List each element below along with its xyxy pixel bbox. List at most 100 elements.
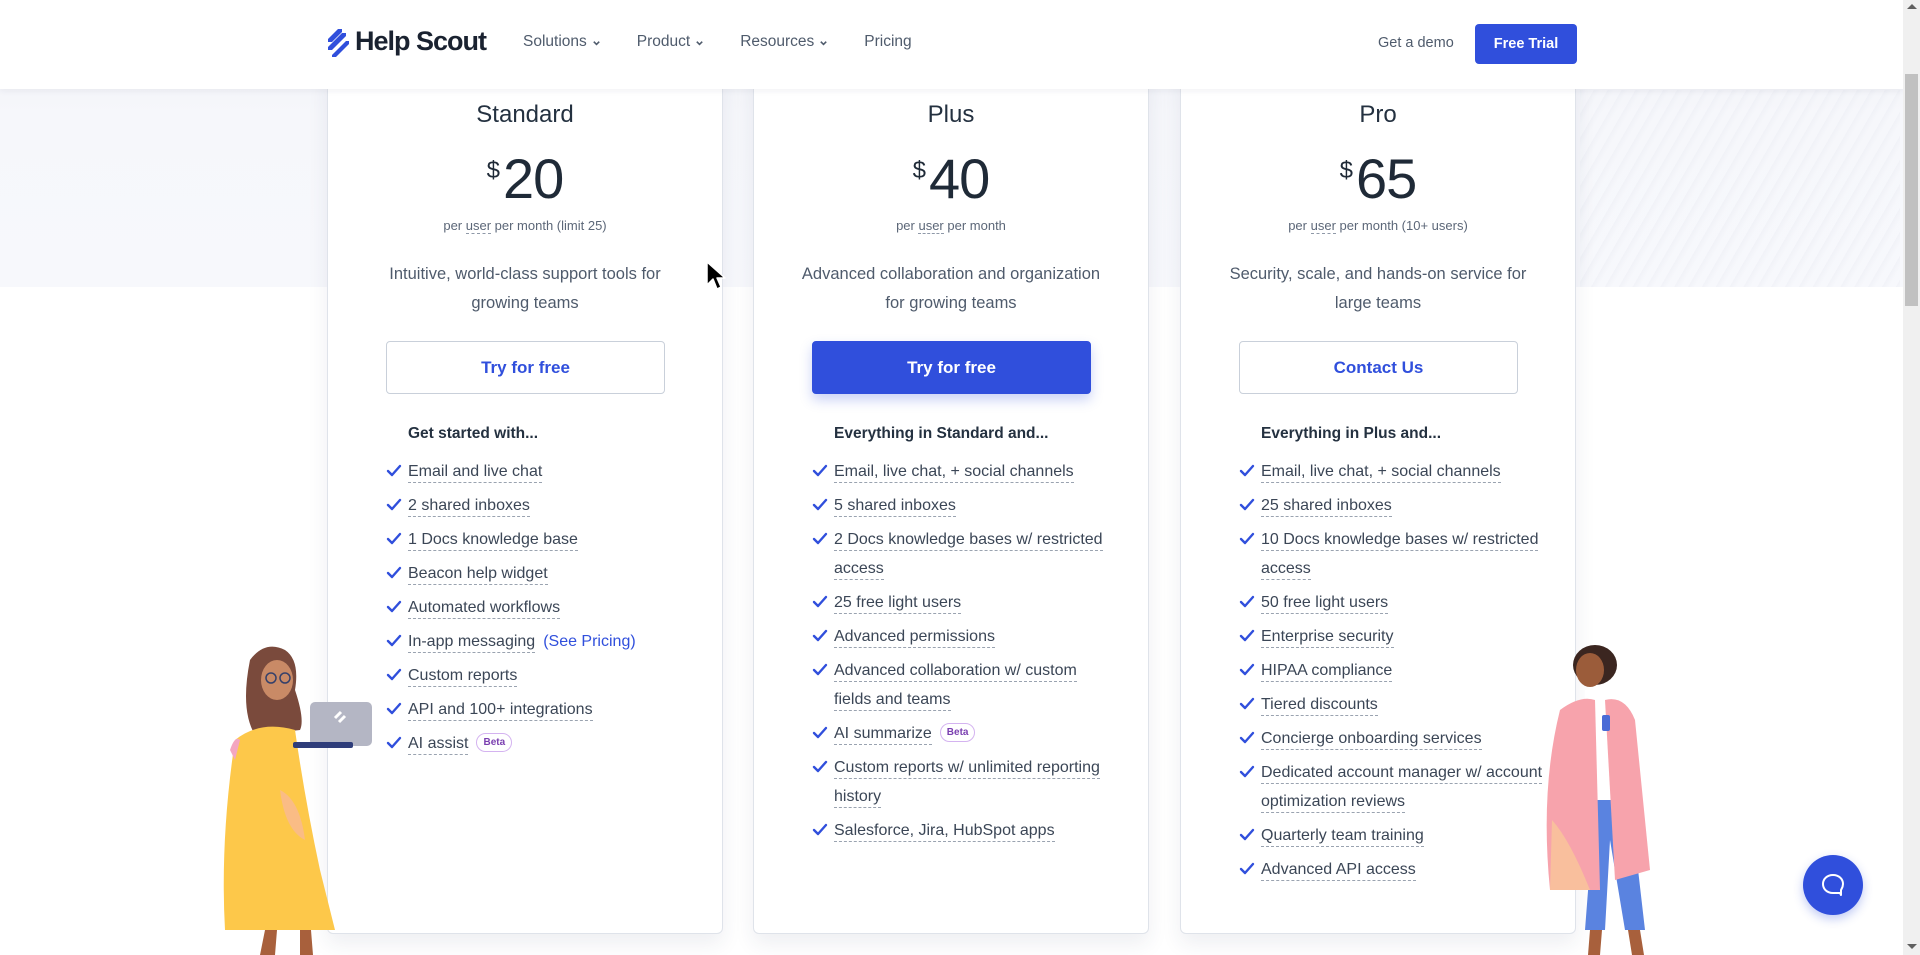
feature-text[interactable]: Advanced collaboration w/ custom fields … (834, 662, 1077, 711)
checkmark-icon (812, 760, 828, 773)
feature-text-wrap: API and 100+ integrations (408, 695, 593, 724)
feature-text[interactable]: Advanced permissions (834, 628, 995, 648)
see-pricing-link[interactable]: (See Pricing) (543, 633, 635, 650)
site-header: Help Scout Solutions Product Resources P… (0, 0, 1903, 89)
feature-text-wrap: Salesforce, Jira, HubSpot apps (834, 816, 1055, 845)
feature-text[interactable]: 2 Docs knowledge bases w/ restricted acc… (834, 531, 1103, 580)
currency-symbol: $ (486, 157, 501, 184)
feature-text[interactable]: Advanced API access (1261, 861, 1416, 881)
feature-text[interactable]: Dedicated account manager w/ account opt… (1261, 764, 1543, 813)
price-amount: 65 (1356, 147, 1417, 210)
user-tooltip-term[interactable]: user (465, 218, 492, 234)
feature-text-wrap: Concierge onboarding services (1261, 724, 1482, 753)
user-tooltip-term[interactable]: user (918, 218, 944, 234)
feature-item: Advanced collaboration w/ custom fields … (812, 656, 1118, 714)
nav-resources[interactable]: Resources (740, 33, 828, 51)
feature-text[interactable]: 10 Docs knowledge bases w/ restricted ac… (1261, 531, 1539, 580)
feature-text-wrap: 25 shared inboxes (1261, 491, 1392, 520)
feature-text[interactable]: In-app messaging (408, 633, 536, 653)
plan-card-plus: Plus $40 per user per month Advanced col… (753, 70, 1149, 934)
feature-text[interactable]: Automated workflows (408, 599, 561, 619)
checkmark-icon (1239, 595, 1255, 608)
nav-label: Pricing (864, 33, 912, 50)
scroll-thumb[interactable] (1905, 74, 1918, 306)
feature-text-wrap: Custom reports (408, 661, 518, 690)
page-scrollbar[interactable] (1903, 0, 1920, 955)
plan-description: Advanced collaboration and organization … (801, 265, 1101, 312)
nav-product[interactable]: Product (637, 33, 704, 51)
feature-text[interactable]: Salesforce, Jira, HubSpot apps (834, 822, 1055, 842)
contact-us-button[interactable]: Contact Us (1239, 341, 1518, 394)
per-suffix: per month (10+ users) (1335, 218, 1468, 233)
nav-label: Solutions (523, 33, 587, 50)
nav-pricing[interactable]: Pricing (864, 33, 911, 51)
nav-solutions[interactable]: Solutions (523, 33, 601, 51)
checkmark-icon (1239, 629, 1255, 642)
per-suffix: per month (limit 25) (491, 218, 607, 233)
feature-text-wrap: 10 Docs knowledge bases w/ restricted ac… (1261, 525, 1545, 583)
feature-item: 10 Docs knowledge bases w/ restricted ac… (1239, 525, 1545, 583)
chevron-down-icon (696, 40, 703, 46)
plan-price: $65 (1181, 149, 1575, 209)
feature-text[interactable]: Tiered discounts (1261, 696, 1378, 716)
feature-text-wrap: Automated workflows (408, 593, 561, 622)
feature-item: Tiered discounts (1239, 690, 1545, 719)
beta-badge: Beta (476, 733, 513, 752)
feature-text[interactable]: 50 free light users (1261, 594, 1389, 614)
user-tooltip-term[interactable]: user (1310, 218, 1336, 234)
checkmark-icon (1239, 697, 1255, 710)
get-demo-link[interactable]: Get a demo (1378, 35, 1454, 51)
try-for-free-button[interactable]: Try for free (812, 341, 1091, 394)
try-for-free-button[interactable]: Try for free (386, 341, 665, 394)
feature-text[interactable]: 2 shared inboxes (408, 497, 530, 517)
feature-item: Salesforce, Jira, HubSpot apps (812, 816, 1118, 845)
feature-text[interactable]: Custom reports w/ unlimited reporting hi… (834, 759, 1100, 808)
feature-item: AI summarize Beta (812, 719, 1118, 748)
checkmark-icon (812, 532, 828, 545)
mouse-pointer-icon (706, 261, 726, 290)
feature-item: In-app messaging (See Pricing) (386, 627, 692, 656)
feature-item: Dedicated account manager w/ account opt… (1239, 758, 1545, 816)
checkmark-icon (812, 464, 828, 477)
features-heading: Everything in Plus and... (1261, 425, 1442, 442)
checkmark-icon (1239, 862, 1255, 875)
feature-text-wrap: AI assist Beta (408, 729, 513, 758)
feature-item: AI assist Beta (386, 729, 692, 758)
scroll-up-arrow-icon[interactable] (1907, 4, 1917, 9)
feature-text-wrap: Email and live chat (408, 457, 543, 486)
feature-text[interactable]: AI summarize (834, 725, 932, 745)
feature-text-wrap: Email, live chat, + social channels (1261, 457, 1501, 486)
brand-logo[interactable]: Help Scout (325, 26, 487, 57)
feature-text[interactable]: Custom reports (408, 667, 518, 687)
feature-text[interactable]: Email, live chat, + social channels (834, 463, 1074, 483)
checkmark-icon (1239, 765, 1255, 778)
feature-item: Email, live chat, + social channels (812, 457, 1118, 486)
feature-text-wrap: Advanced API access (1261, 855, 1416, 884)
free-trial-button[interactable]: Free Trial (1475, 24, 1577, 64)
checkmark-icon (1239, 464, 1255, 477)
hero-texture (1580, 90, 1900, 287)
feature-text[interactable]: Email, live chat, + social channels (1261, 463, 1501, 483)
feature-text[interactable]: 25 free light users (834, 594, 962, 614)
feature-text[interactable]: Email and live chat (408, 463, 543, 483)
feature-text[interactable]: AI assist (408, 735, 469, 755)
feature-text[interactable]: Quarterly team training (1261, 827, 1424, 847)
feature-text-wrap: 1 Docs knowledge base (408, 525, 578, 554)
checkmark-icon (386, 668, 402, 681)
features-heading: Get started with... (408, 425, 539, 442)
feature-text[interactable]: HIPAA compliance (1261, 662, 1393, 682)
feature-text-wrap: Advanced permissions (834, 622, 995, 651)
beta-badge: Beta (939, 723, 976, 742)
feature-text[interactable]: Enterprise security (1261, 628, 1394, 648)
feature-text[interactable]: 1 Docs knowledge base (408, 531, 578, 551)
chevron-down-icon (592, 40, 600, 46)
chat-widget-button[interactable] (1803, 855, 1863, 915)
feature-text[interactable]: 5 shared inboxes (834, 497, 956, 517)
scroll-down-arrow-icon[interactable] (1907, 944, 1917, 949)
plan-description: Intuitive, world-class support tools for… (389, 265, 661, 312)
feature-text-wrap: Beacon help widget (408, 559, 548, 588)
feature-text[interactable]: API and 100+ integrations (408, 701, 593, 721)
feature-text[interactable]: 25 shared inboxes (1261, 497, 1392, 517)
feature-text[interactable]: Beacon help widget (408, 565, 548, 585)
feature-text[interactable]: Concierge onboarding services (1261, 730, 1482, 750)
